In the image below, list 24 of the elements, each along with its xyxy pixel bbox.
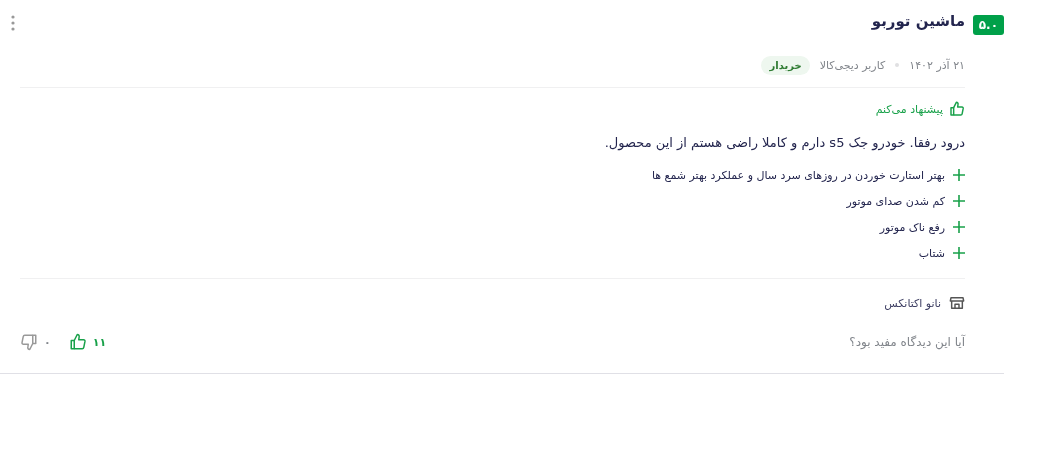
like-button[interactable]: ۱۱ [68,333,107,351]
plus-icon [953,195,965,207]
pro-item: کم شدن صدای موتور [846,194,945,208]
pro-item: شتاب [918,246,945,260]
recommendation-label: پیشنهاد می‌کنم [875,102,943,116]
review-date: ۲۱ آذر ۱۴۰۲ [909,58,965,72]
buyer-badge: خریدار [761,55,810,75]
helpful-question: آیا این دیدگاه مفید بود؟ [849,335,965,349]
plus-icon [953,247,965,259]
store-icon [949,295,965,311]
thumbs-up-icon [68,333,87,351]
rating-badge: ۵.۰ [972,15,1004,35]
review-title: ماشین توربو [870,12,965,32]
pro-item: رفع ناک موتور [879,220,945,234]
thumbs-up-icon [949,101,965,117]
thumbs-down-icon [20,333,38,351]
pro-item: بهتر استارت خوردن در روزهای سرد سال و عملکرد بهتر شمع ها [651,168,945,182]
more-menu-icon[interactable] [11,15,15,31]
author-name: کاربر دیجی‌کالا [819,58,886,72]
plus-icon [953,221,965,233]
plus-icon [953,169,965,181]
dislike-button[interactable]: ۰ [20,333,51,351]
seller-name: نانو اکتانکس [884,296,941,310]
review-text: درود رفقا. خودرو جک s5 دارم و کاملا راضی هستم از این محصول. [603,135,965,150]
